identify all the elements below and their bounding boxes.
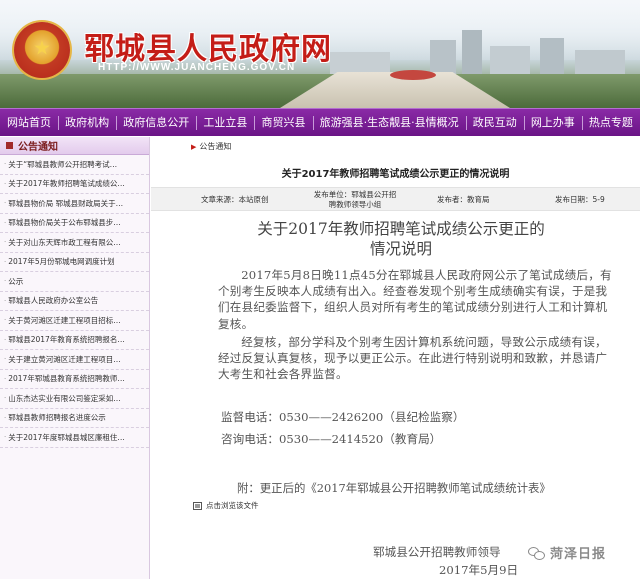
supervision-phone: 监督电话：0530——2426200（县纪检监察） bbox=[221, 410, 465, 424]
notice-link[interactable]: 公示 bbox=[8, 276, 23, 287]
main-nav: 网站首页 政府机构 政府信息公开 工业立县 商贸兴县 旅游强县·生态靓县·县情概… bbox=[0, 108, 640, 136]
notice-link[interactable]: 郓城县物价局 郓城县财政局关于… bbox=[8, 198, 123, 209]
file-icon bbox=[193, 501, 202, 510]
breadcrumb: ▶ 公告通知 bbox=[191, 141, 231, 152]
notice-list-item[interactable]: · 关于2017年教师招聘笔试成绩公… bbox=[0, 175, 149, 194]
bullet-icon: · bbox=[4, 335, 7, 344]
notice-link[interactable]: 2017年5月份郓城电网调度计划 bbox=[8, 256, 114, 267]
download-link[interactable]: 点击浏览该文件 bbox=[193, 500, 259, 511]
notice-link[interactable]: 郓城县2017年教育系统招聘报名… bbox=[8, 334, 125, 345]
body-paragraph: 经复核，部分学科及个别考生因计算机系统问题，导致公示成绩有误，经过反复认真复核，… bbox=[218, 335, 608, 382]
watermark-text: 菏泽日报 bbox=[550, 547, 607, 562]
nav-item-info-disclosure[interactable]: 政府信息公开 bbox=[116, 109, 196, 137]
bullet-icon: · bbox=[4, 199, 7, 208]
notice-list-item[interactable]: · 郓城县人民政府办公室公告 bbox=[0, 292, 149, 311]
article-meta-bar: 文章来源：本站原创 发布单位：郓城县公开招聘教师领导小组 发布者：教育局 发布日… bbox=[151, 187, 640, 211]
site-banner: 郓城县人民政府网 HTTP://WWW.JUANCHENG.GOV.CN bbox=[0, 0, 640, 108]
nav-item-online-services[interactable]: 网上办事 bbox=[523, 109, 582, 137]
notice-list-item[interactable]: · 关于2017年度郓城县城区廉租住… bbox=[0, 428, 149, 448]
bullet-square-icon bbox=[6, 142, 13, 149]
nav-item-commerce[interactable]: 商贸兴县 bbox=[254, 109, 312, 137]
notice-list-item[interactable]: · 关于对山东天辉市政工程有限公… bbox=[0, 233, 149, 253]
article-panel: ▶ 公告通知 关于2017年教师招聘笔试成绩公示更正的情况说明 文章来源：本站原… bbox=[151, 137, 640, 579]
chat-bubbles-icon bbox=[528, 545, 546, 561]
notice-list-item[interactable]: · 郓城县2017年教育系统招聘报名… bbox=[0, 331, 149, 350]
notice-link[interactable]: 郓城县人民政府办公室公告 bbox=[8, 295, 98, 306]
notice-list-item[interactable]: · 关于黄河滩区迁建工程项目招标… bbox=[0, 311, 149, 331]
nav-item-industry[interactable]: 工业立县 bbox=[196, 109, 254, 137]
notice-list-item[interactable]: · 关于“郓城县教师公开招聘考试… bbox=[0, 155, 149, 175]
notice-list-item[interactable]: · 郓城县教师招聘报名进度公示 bbox=[0, 409, 149, 428]
bullet-icon: · bbox=[4, 394, 7, 403]
arrow-right-icon: ▶ bbox=[191, 142, 197, 151]
notice-list-item[interactable]: · 山东杰达实业有限公司鉴定采如… bbox=[0, 389, 149, 409]
notice-list-item[interactable]: · 关于建立黄河滩区迁建工程项目… bbox=[0, 350, 149, 370]
document-heading-line: 关于2017年教师招聘笔试成绩公示更正的 bbox=[257, 220, 545, 238]
notice-link[interactable]: 关于建立黄河滩区迁建工程项目… bbox=[8, 354, 121, 365]
notice-list-item[interactable]: · 郓城县物价局关于公布郓城县步… bbox=[0, 214, 149, 233]
article-title: 关于2017年教师招聘笔试成绩公示更正的情况说明 bbox=[281, 169, 510, 180]
bullet-icon: · bbox=[4, 257, 7, 266]
nav-item-interaction[interactable]: 政民互动 bbox=[465, 109, 524, 137]
notice-link[interactable]: 山东杰达实业有限公司鉴定采如… bbox=[8, 393, 121, 404]
nav-item-home[interactable]: 网站首页 bbox=[0, 109, 58, 137]
bullet-icon: · bbox=[4, 413, 7, 422]
bullet-icon: · bbox=[4, 316, 7, 325]
document-heading-line: 情况说明 bbox=[369, 240, 432, 258]
bullet-icon: · bbox=[4, 374, 7, 383]
sidebar-heading-label: 公告通知 bbox=[18, 142, 58, 153]
notice-list: · 关于“郓城县教师公开招聘考试… · 关于2017年教师招聘笔试成绩公… · 郓城县… bbox=[0, 155, 149, 448]
bullet-icon: · bbox=[4, 355, 7, 364]
article-author: 发布者：教育局 bbox=[437, 195, 490, 204]
inquiry-phone: 咨询电话：0530——2414520（教育局） bbox=[221, 432, 442, 446]
nav-item-tourism[interactable]: 旅游强县·生态靓县·县情概况 bbox=[312, 109, 466, 137]
notice-link[interactable]: 关于黄河滩区迁建工程项目招标… bbox=[8, 315, 121, 326]
article-date: 发布日期：5-9 bbox=[555, 195, 605, 204]
banner-building bbox=[540, 38, 564, 76]
bullet-icon: · bbox=[4, 296, 7, 305]
notice-list-item[interactable]: · 2017年郓城县教育系统招聘教师… bbox=[0, 370, 149, 389]
signer: 郓城县公开招聘教师领导 bbox=[373, 545, 501, 559]
breadcrumb-link[interactable]: 公告通知 bbox=[199, 141, 231, 152]
national-emblem-icon[interactable] bbox=[14, 22, 70, 78]
banner-building bbox=[575, 50, 625, 76]
bullet-icon: · bbox=[4, 218, 7, 227]
article-source: 文章来源：本站原创 bbox=[201, 195, 269, 204]
watermark: 菏泽日报 bbox=[528, 543, 606, 562]
nav-item-hot-topics[interactable]: 热点专题 bbox=[581, 109, 640, 137]
notice-list-item[interactable]: · 2017年5月份郓城电网调度计划 bbox=[0, 253, 149, 272]
notice-list-item[interactable]: · 郓城县物价局 郓城县财政局关于… bbox=[0, 194, 149, 214]
banner-building bbox=[462, 30, 482, 76]
notice-link[interactable]: 关于2017年教师招聘笔试成绩公… bbox=[8, 178, 125, 189]
notice-list-item[interactable]: · 公示 bbox=[0, 272, 149, 292]
bullet-icon: · bbox=[4, 238, 7, 247]
bullet-icon: · bbox=[4, 160, 7, 169]
notice-link[interactable]: 2017年郓城县教育系统招聘教师… bbox=[8, 373, 125, 384]
banner-building bbox=[430, 40, 456, 76]
body-paragraph: 2017年5月8日晚11点45分在郓城县人民政府网公示了笔试成绩后，有个别考生反… bbox=[218, 268, 612, 331]
notice-link[interactable]: 郓城县物价局关于公布郓城县步… bbox=[8, 217, 121, 228]
notice-link[interactable]: 郓城县教师招聘报名进度公示 bbox=[8, 412, 106, 423]
attachment-note: 附：更正后的《2017年郓城县公开招聘教师笔试成绩统计表》 bbox=[237, 481, 551, 495]
notice-link[interactable]: 关于2017年度郓城县城区廉租住… bbox=[8, 432, 125, 443]
bullet-icon: · bbox=[4, 277, 7, 286]
notice-link[interactable]: 关于对山东天辉市政工程有限公… bbox=[8, 237, 121, 248]
bullet-icon: · bbox=[4, 433, 7, 442]
nav-item-gov-agencies[interactable]: 政府机构 bbox=[58, 109, 116, 137]
sidebar-heading: 公告通知 bbox=[0, 137, 149, 155]
article-dept: 发布单位：郓城县公开招聘教师领导小组 bbox=[313, 190, 397, 209]
issue-date: 2017年5月9日 bbox=[439, 563, 519, 577]
bullet-icon: · bbox=[4, 179, 7, 188]
sidebar: 公告通知 · 关于“郓城县教师公开招聘考试… · 关于2017年教师招聘笔试成绩公…… bbox=[0, 137, 150, 579]
notice-link[interactable]: 关于“郓城县教师公开招聘考试… bbox=[8, 159, 117, 170]
download-link-label[interactable]: 点击浏览该文件 bbox=[206, 500, 259, 511]
banner-building bbox=[490, 46, 530, 76]
banner-building bbox=[330, 52, 390, 74]
banner-flowerbed bbox=[390, 70, 436, 80]
site-url: HTTP://WWW.JUANCHENG.GOV.CN bbox=[98, 62, 296, 73]
document-heading: 关于2017年教师招聘笔试成绩公示更正的 情况说明 bbox=[211, 219, 591, 259]
